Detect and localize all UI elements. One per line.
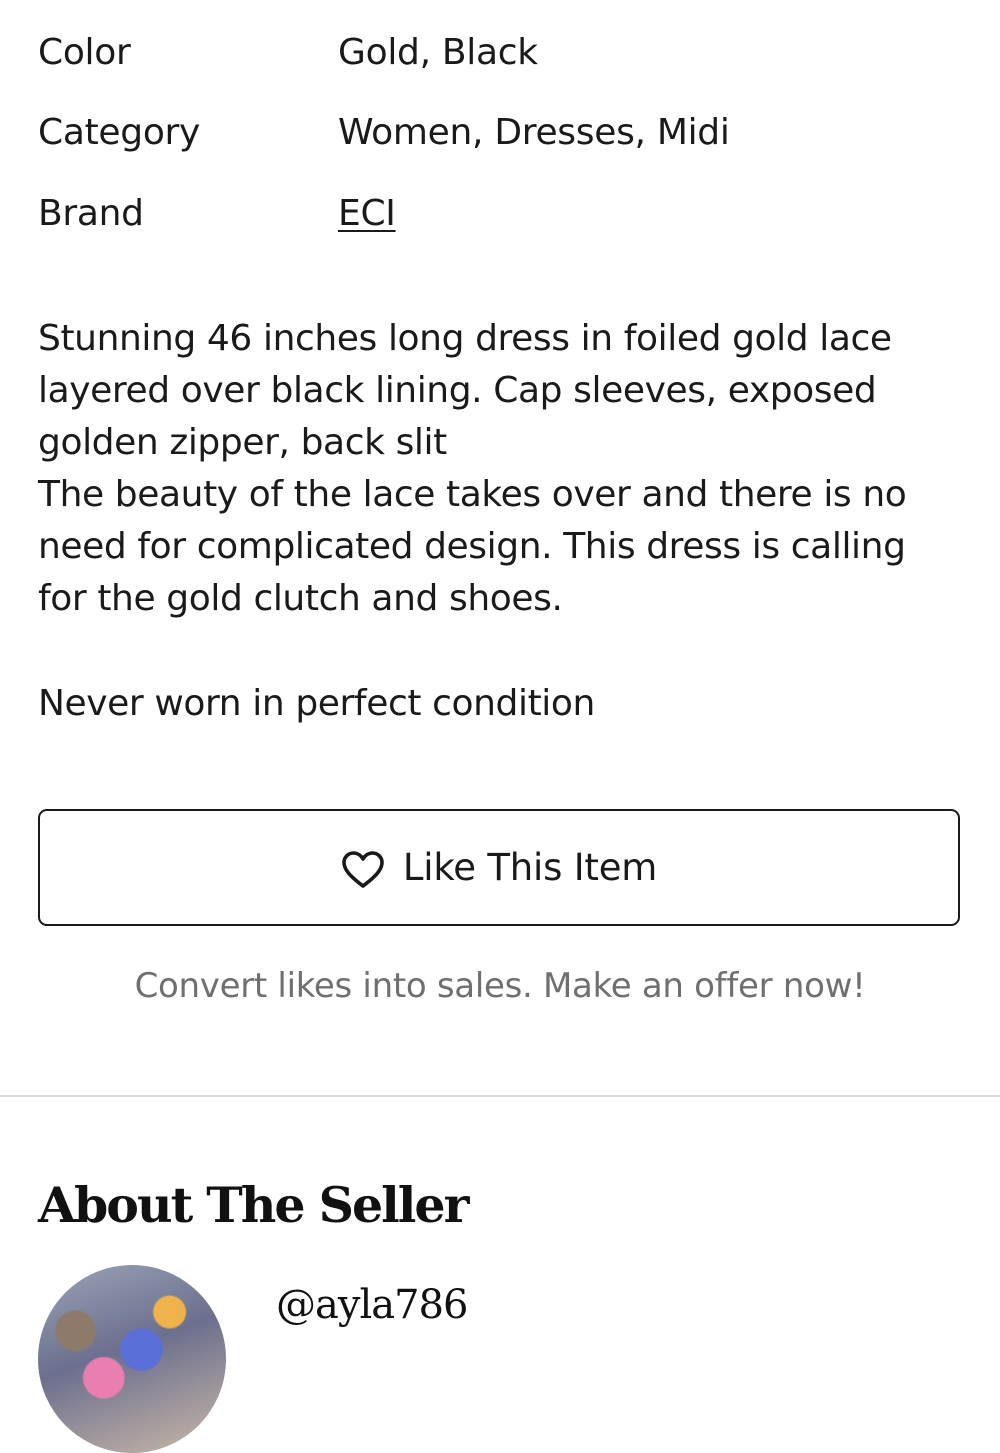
heart-outline-icon bbox=[341, 850, 385, 890]
description-line: Stunning 46 inches long dress in foiled … bbox=[38, 318, 892, 359]
attribute-value: Gold, Black bbox=[338, 32, 538, 73]
attribute-label: Brand bbox=[38, 193, 144, 234]
like-item-button[interactable]: Like This Item bbox=[38, 809, 960, 926]
attribute-value: Women, Dresses, Midi bbox=[338, 112, 730, 153]
description-line: golden zipper, back slit bbox=[38, 422, 447, 463]
attribute-label: Category bbox=[38, 112, 201, 153]
attribute-label: Color bbox=[38, 32, 131, 73]
description-line: need for complicated design. This dress … bbox=[38, 526, 906, 567]
brand-link[interactable]: ECI bbox=[338, 192, 396, 236]
about-seller-heading: About The Seller bbox=[38, 1176, 469, 1234]
description-line: layered over black lining. Cap sleeves, … bbox=[38, 370, 877, 411]
seller-avatar[interactable] bbox=[38, 1265, 226, 1453]
seller-handle-link[interactable]: @ayla786 bbox=[276, 1282, 468, 1328]
description-line: The beauty of the lace takes over and th… bbox=[38, 474, 907, 515]
like-button-label: Like This Item bbox=[402, 846, 658, 889]
section-divider bbox=[0, 1095, 1000, 1097]
like-hint-text: Convert likes into sales. Make an offer … bbox=[134, 966, 866, 1006]
description-line: for the gold clutch and shoes. bbox=[38, 578, 563, 619]
item-condition: Never worn in perfect condition bbox=[38, 683, 595, 724]
item-description: Stunning 46 inches long dress in foiled … bbox=[38, 313, 968, 625]
